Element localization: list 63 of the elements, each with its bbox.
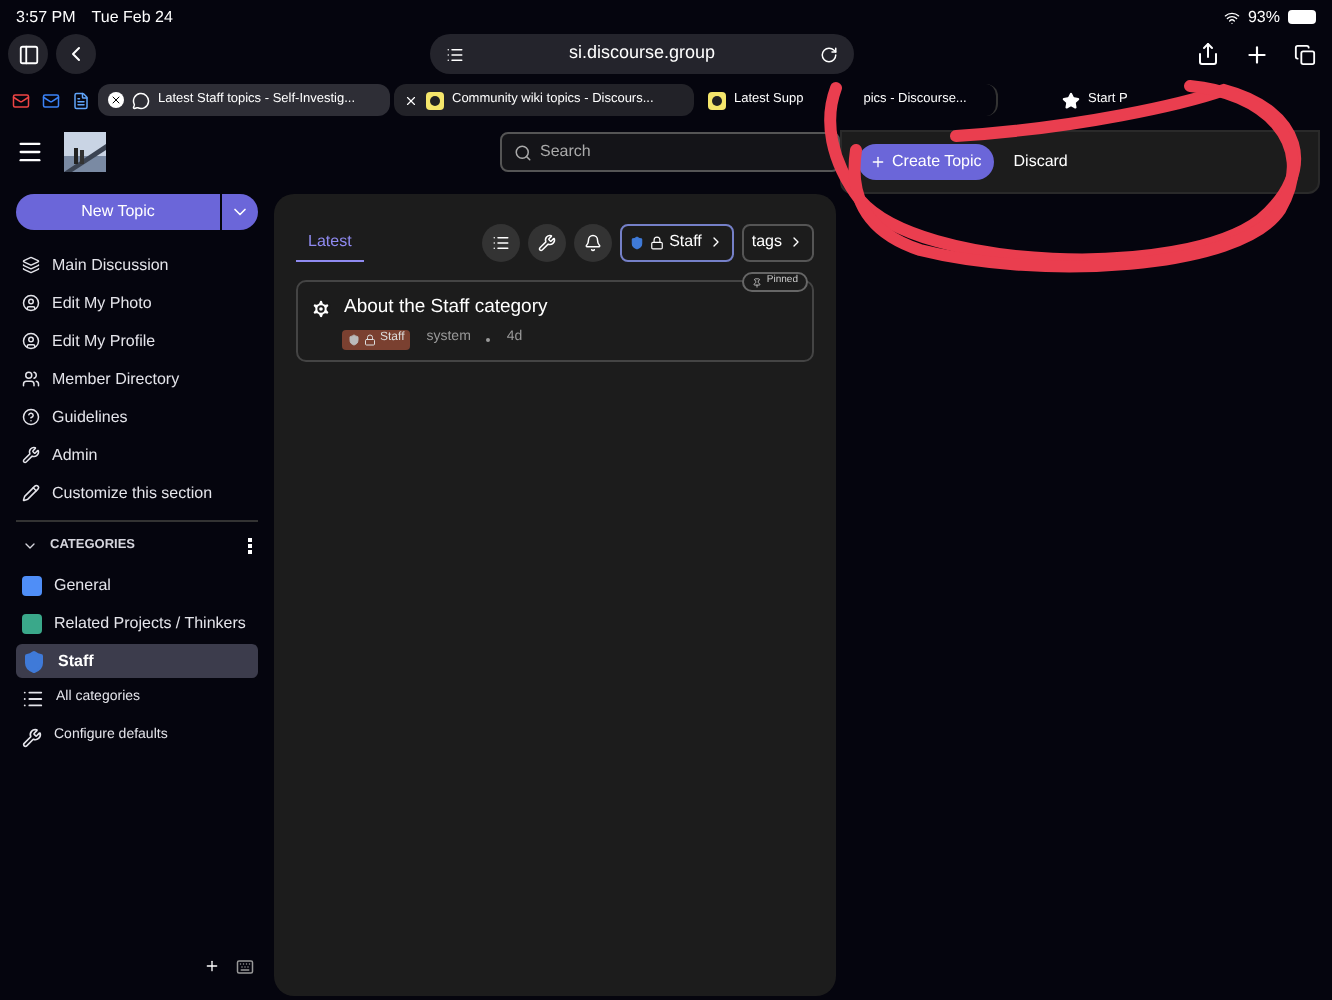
new-topic-button[interactable]: New Topic: [16, 194, 220, 230]
bell-icon[interactable]: [573, 223, 612, 261]
sidebar-link[interactable]: Member Directory: [16, 360, 258, 398]
back-icon[interactable]: [56, 34, 96, 74]
site-icon: [708, 91, 726, 109]
battery-icon: [1288, 10, 1316, 24]
date: Tue Feb 24: [91, 5, 173, 29]
search-icon: [514, 143, 532, 161]
sidebar-link[interactable]: Customize this section: [16, 474, 258, 512]
category-link[interactable]: Staff: [16, 644, 258, 678]
sidebar-link[interactable]: Main Discussion: [16, 246, 258, 284]
sidebar-link[interactable]: Edit My Photo: [16, 284, 258, 322]
gear-icon: [310, 297, 332, 320]
discard-button[interactable]: Discard: [1013, 150, 1068, 174]
url-text: si.discourse.group: [566, 40, 718, 67]
wrench-icon[interactable]: [527, 223, 566, 261]
pencil-icon: [22, 484, 40, 502]
shield-icon: [348, 333, 360, 345]
collapse-icon[interactable]: [22, 538, 38, 554]
users-icon: [22, 370, 40, 388]
layers-icon: [22, 256, 40, 274]
chat-icon: [132, 91, 150, 109]
category-filter[interactable]: Staff: [619, 223, 734, 261]
reload-icon: [820, 45, 838, 63]
topic-title: About the Staff category: [344, 294, 548, 322]
help-icon: [22, 408, 40, 426]
clock: 3:57 PM: [16, 5, 76, 29]
add-icon[interactable]: [204, 958, 220, 976]
tags-filter[interactable]: tags: [741, 223, 814, 261]
list-icon: [22, 688, 44, 710]
dropdown-button[interactable]: [222, 194, 258, 230]
battery-level: 93%: [1247, 5, 1280, 29]
chevron-right-icon: [788, 234, 804, 250]
menu-icon[interactable]: [16, 138, 44, 166]
create-topic-button[interactable]: Create Topic: [858, 144, 994, 180]
list-icon[interactable]: [481, 223, 520, 261]
star-icon: [1062, 91, 1080, 109]
document-icon[interactable]: [68, 91, 94, 109]
topic-list-tab[interactable]: Latest: [296, 222, 364, 262]
user-icon: [22, 294, 40, 312]
reader-icon: [446, 45, 464, 63]
sidebar-toggle-icon[interactable]: [8, 34, 48, 74]
address-bar[interactable]: si.discourse.group: [430, 34, 854, 74]
close-icon[interactable]: [108, 92, 124, 108]
user-icon: [22, 332, 40, 350]
wrench-icon: [22, 727, 42, 747]
sidebar-link[interactable]: Guidelines: [16, 398, 258, 436]
keyboard-icon[interactable]: [236, 958, 254, 976]
lock-icon: [364, 333, 376, 345]
plus-icon: [870, 154, 886, 170]
category-link[interactable]: Related Projects / Thinkers: [16, 606, 258, 640]
site-icon: [426, 91, 444, 109]
mail-app-icon[interactable]: [8, 91, 34, 109]
sidebar-link[interactable]: Edit My Profile: [16, 322, 258, 360]
wifi-icon: [1223, 9, 1240, 25]
category-link[interactable]: General: [16, 568, 258, 602]
mail-icon[interactable]: [38, 91, 64, 109]
search-field[interactable]: Search: [500, 132, 840, 172]
sidebar-link[interactable]: Admin: [16, 436, 258, 474]
wrench-icon: [22, 446, 40, 464]
lock-icon: [649, 235, 664, 249]
close-icon[interactable]: [404, 93, 418, 107]
shield-icon: [629, 235, 644, 249]
